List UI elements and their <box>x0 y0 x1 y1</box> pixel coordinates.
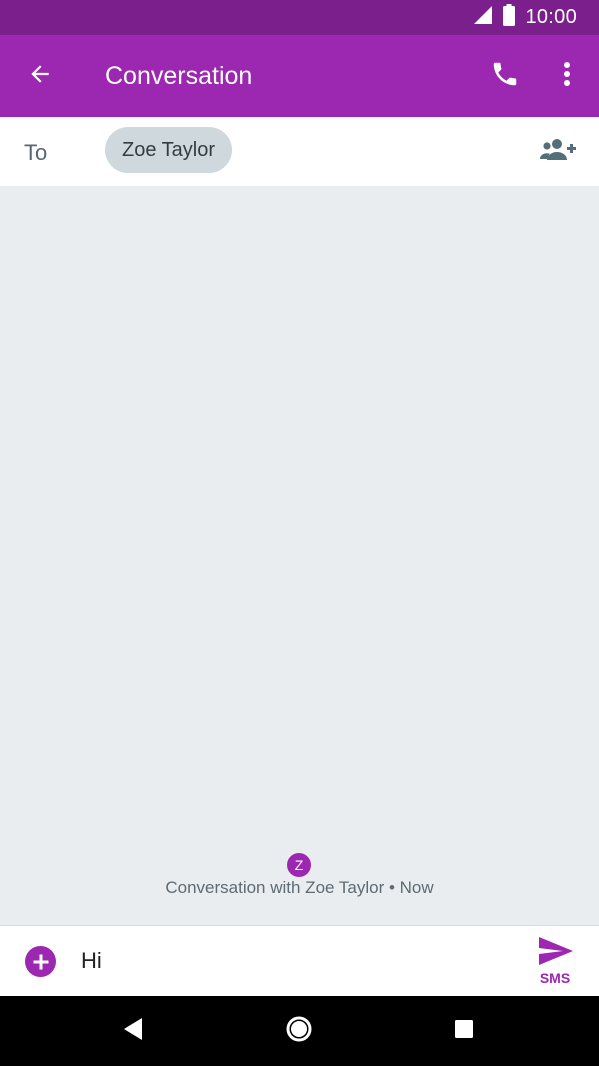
more-vert-icon <box>563 61 571 92</box>
more-options-button[interactable] <box>547 55 587 97</box>
add-person-icon <box>540 138 576 167</box>
compose-bar: SMS <box>0 925 599 996</box>
page-title: Conversation <box>105 62 253 90</box>
recipient-chip[interactable]: Zoe Taylor <box>105 127 233 173</box>
call-button[interactable] <box>483 55 527 97</box>
messaging-screen: 10:00 Conversation To Zoe Taylor Z Conve… <box>0 0 599 1066</box>
status-time: 10:00 <box>525 6 577 28</box>
nav-recents-icon <box>454 1019 474 1044</box>
back-button[interactable] <box>18 55 62 97</box>
phone-icon <box>490 59 520 94</box>
arrow-back-icon <box>27 61 53 92</box>
nav-home-button[interactable] <box>279 1011 319 1051</box>
send-label: SMS <box>539 970 571 986</box>
message-input[interactable] <box>81 940 501 982</box>
conversation-info: Conversation with Zoe Taylor • Now <box>165 878 434 897</box>
nav-back-icon <box>123 1017 143 1045</box>
add-recipient-button[interactable] <box>537 137 579 167</box>
add-attachment-button[interactable] <box>25 946 56 977</box>
status-icons: 10:00 <box>473 0 577 35</box>
app-bar: Conversation <box>0 35 599 117</box>
nav-back-button[interactable] <box>113 1011 153 1051</box>
send-sms-button[interactable]: SMS <box>530 934 582 990</box>
avatar: Z <box>287 853 311 877</box>
status-bar: 10:00 <box>0 0 599 35</box>
nav-home-icon <box>285 1015 313 1048</box>
conversation-area: Z Conversation with Zoe Taylor • Now <box>0 186 599 925</box>
battery-icon <box>503 4 516 31</box>
navigation-bar <box>0 996 599 1066</box>
recipient-row: To Zoe Taylor <box>0 117 599 186</box>
nav-recents-button[interactable] <box>444 1011 484 1051</box>
cell-signal-icon <box>473 5 493 30</box>
to-label: To <box>24 140 48 165</box>
